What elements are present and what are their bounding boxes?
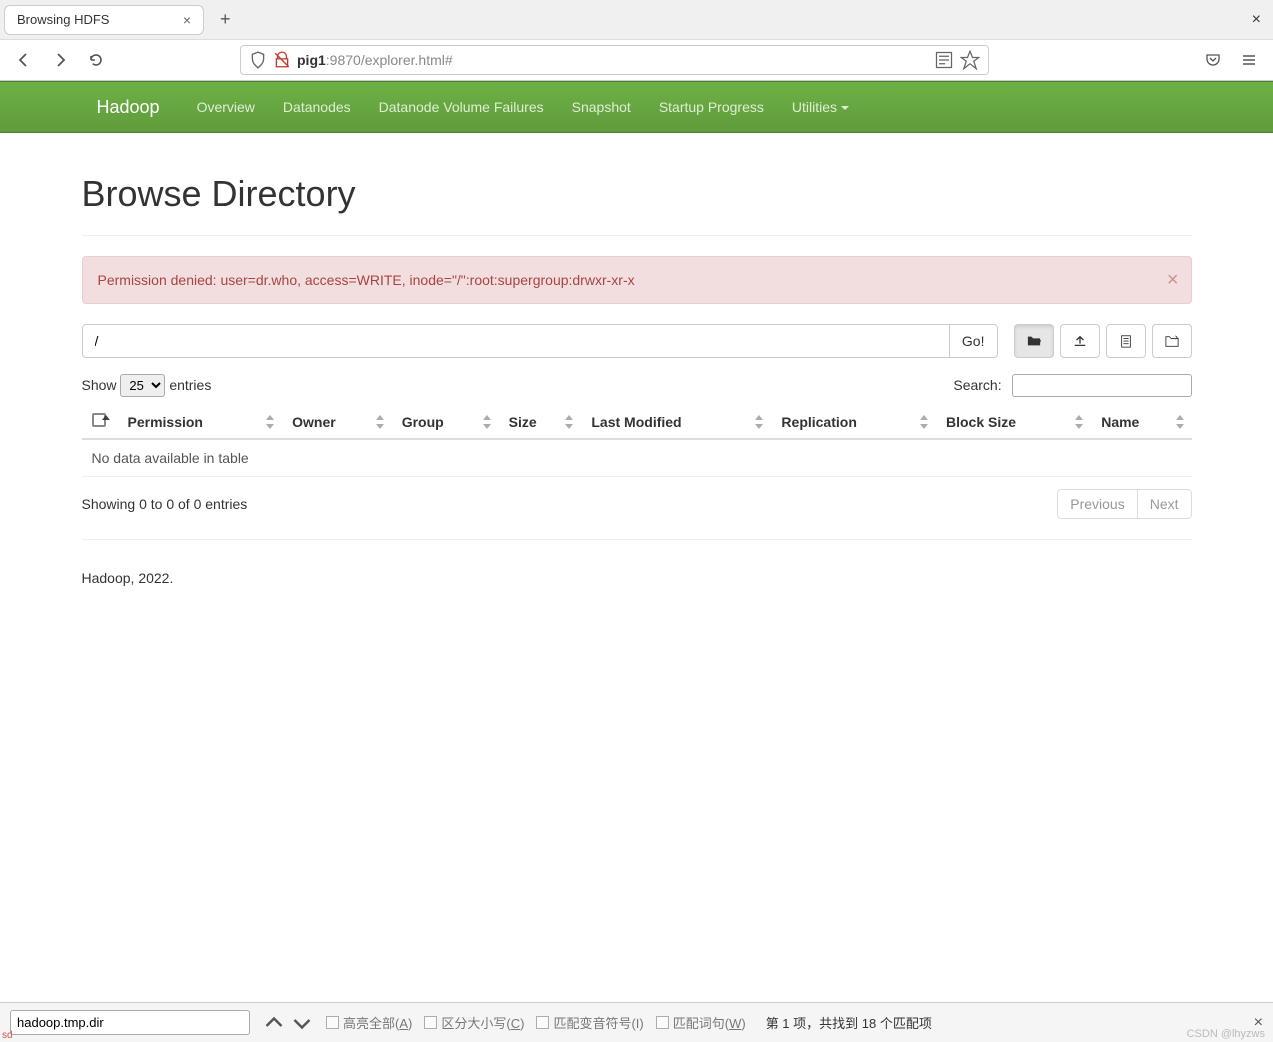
lock-strike-icon bbox=[273, 51, 291, 69]
nav-startup-progress[interactable]: Startup Progress bbox=[645, 84, 778, 130]
url-bar: pig1:9870/explorer.html# bbox=[0, 40, 1273, 80]
col-size[interactable]: Size bbox=[499, 405, 582, 439]
path-input[interactable] bbox=[82, 324, 950, 358]
forward-button[interactable] bbox=[48, 48, 72, 72]
page-title: Browse Directory bbox=[82, 173, 1192, 215]
table-info: Showing 0 to 0 of 0 entries bbox=[82, 496, 248, 512]
alert-text: Permission denied: user=dr.who, access=W… bbox=[98, 272, 635, 288]
clipboard-icon bbox=[1119, 334, 1133, 348]
url-field[interactable]: pig1:9870/explorer.html# bbox=[240, 45, 989, 75]
col-name[interactable]: Name bbox=[1091, 405, 1191, 439]
find-whole-word[interactable]: 匹配词句(W) bbox=[656, 1013, 746, 1032]
table-search: Search: bbox=[953, 374, 1191, 397]
url-text: pig1:9870/explorer.html# bbox=[297, 52, 928, 68]
col-replication[interactable]: Replication bbox=[771, 405, 936, 439]
arrow-left-icon bbox=[16, 52, 32, 68]
prev-button[interactable]: Previous bbox=[1057, 489, 1137, 519]
browser-tab[interactable]: Browsing HDFS × bbox=[4, 5, 204, 35]
nav-overview[interactable]: Overview bbox=[183, 84, 269, 130]
entries-length: Show 25 entries bbox=[82, 374, 212, 397]
navbar-brand[interactable]: Hadoop bbox=[82, 82, 175, 133]
next-button[interactable]: Next bbox=[1137, 489, 1192, 519]
find-diacritics[interactable]: 匹配变音符号(I) bbox=[536, 1013, 643, 1032]
nav-utilities[interactable]: Utilities bbox=[778, 84, 863, 130]
table-empty-row: No data available in table bbox=[82, 439, 1192, 477]
corner-text: sd bbox=[0, 1029, 15, 1042]
tab-title: Browsing HDFS bbox=[17, 12, 109, 27]
hamburger-icon bbox=[1241, 52, 1257, 68]
upload-icon bbox=[1073, 334, 1087, 348]
alert-close-button[interactable]: × bbox=[1167, 269, 1179, 292]
chevron-down-icon bbox=[290, 1011, 314, 1035]
reload-icon bbox=[88, 52, 104, 68]
permission-alert: Permission denied: user=dr.who, access=W… bbox=[82, 256, 1192, 304]
find-highlight-all[interactable]: 高亮全部(A) bbox=[326, 1013, 412, 1032]
col-block-size[interactable]: Block Size bbox=[936, 405, 1091, 439]
directory-table: Permission Owner Group Size Last Modifie… bbox=[82, 405, 1192, 477]
col-group[interactable]: Group bbox=[392, 405, 499, 439]
col-owner[interactable]: Owner bbox=[282, 405, 392, 439]
folder-open-icon bbox=[1027, 334, 1041, 348]
menu-button[interactable] bbox=[1237, 48, 1261, 72]
folder-plus-icon bbox=[1165, 334, 1179, 348]
find-next-button[interactable] bbox=[290, 1011, 314, 1035]
find-status: 第 1 项，共找到 18 个匹配项 bbox=[766, 1013, 932, 1032]
nav-snapshot[interactable]: Snapshot bbox=[558, 84, 645, 130]
new-folder-button[interactable] bbox=[1014, 324, 1054, 358]
pocket-icon bbox=[1205, 52, 1221, 68]
back-button[interactable] bbox=[12, 48, 36, 72]
col-last-modified[interactable]: Last Modified bbox=[581, 405, 771, 439]
chevron-up-icon bbox=[262, 1011, 286, 1035]
divider bbox=[82, 235, 1192, 236]
nav-datanodes[interactable]: Datanodes bbox=[269, 84, 365, 130]
upload-button[interactable] bbox=[1060, 324, 1100, 358]
pocket-button[interactable] bbox=[1201, 48, 1225, 72]
col-permission[interactable]: Permission bbox=[118, 405, 283, 439]
paste-button[interactable] bbox=[1152, 324, 1192, 358]
close-tab-icon[interactable]: × bbox=[183, 12, 191, 28]
search-input[interactable] bbox=[1012, 374, 1192, 397]
go-button[interactable]: Go! bbox=[949, 324, 998, 358]
new-tab-button[interactable]: + bbox=[212, 9, 239, 30]
find-prev-button[interactable] bbox=[262, 1011, 286, 1035]
pagination: Previous Next bbox=[1057, 489, 1191, 519]
cut-button[interactable] bbox=[1106, 324, 1146, 358]
path-input-group: Go! bbox=[82, 324, 998, 358]
arrow-right-icon bbox=[52, 52, 68, 68]
find-match-case[interactable]: 区分大小写(C) bbox=[424, 1013, 524, 1032]
find-input[interactable] bbox=[10, 1010, 250, 1035]
entries-select[interactable]: 25 bbox=[120, 374, 165, 397]
col-select[interactable] bbox=[82, 405, 118, 439]
shield-icon bbox=[249, 51, 267, 69]
find-bar: 高亮全部(A) 区分大小写(C) 匹配变音符号(I) 匹配词句(W) 第 1 项… bbox=[0, 1002, 1273, 1042]
watermark: CSDN @lhyzws bbox=[1187, 1028, 1265, 1040]
bookmark-star-icon[interactable] bbox=[960, 50, 980, 70]
reader-mode-icon[interactable] bbox=[934, 50, 954, 70]
tab-bar: Browsing HDFS × + × bbox=[0, 0, 1273, 40]
toolbar-buttons bbox=[1014, 324, 1192, 358]
main-navbar: Hadoop Overview Datanodes Datanode Volum… bbox=[0, 81, 1273, 133]
nav-volume-failures[interactable]: Datanode Volume Failures bbox=[365, 84, 558, 130]
reload-button[interactable] bbox=[84, 48, 108, 72]
close-window-icon[interactable]: × bbox=[1252, 11, 1261, 29]
footer-text: Hadoop, 2022. bbox=[82, 570, 1192, 586]
divider bbox=[82, 539, 1192, 540]
